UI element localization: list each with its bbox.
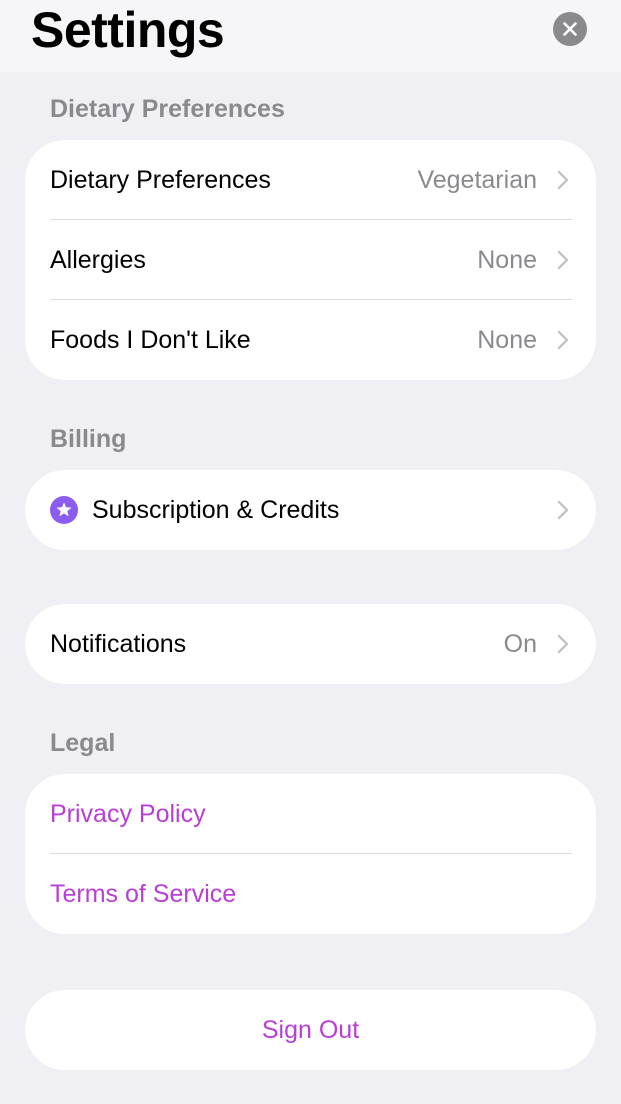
terms-of-service-link[interactable]: Terms of Service — [25, 854, 596, 934]
row-label: Dietary Preferences — [50, 166, 271, 194]
star-badge-icon — [50, 496, 78, 524]
allergies-row[interactable]: Allergies None — [25, 220, 596, 300]
row-label: Subscription & Credits — [92, 496, 340, 524]
dietary-preferences-row[interactable]: Dietary Preferences Vegetarian — [25, 140, 596, 220]
link-label: Privacy Policy — [50, 800, 206, 828]
link-label: Terms of Service — [50, 880, 237, 908]
chevron-right-icon — [557, 170, 569, 190]
foods-dislike-row[interactable]: Foods I Don't Like None — [25, 300, 596, 380]
chevron-right-icon — [557, 634, 569, 654]
row-value: None — [477, 326, 537, 354]
row-value: None — [477, 246, 537, 274]
legal-card: Privacy Policy Terms of Service — [25, 774, 596, 934]
dietary-card: Dietary Preferences Vegetarian Allergies… — [25, 140, 596, 380]
header-bar: Settings — [0, 0, 621, 72]
billing-card: Subscription & Credits — [25, 470, 596, 550]
notifications-row[interactable]: Notifications On — [25, 604, 596, 684]
sign-out-button[interactable]: Sign Out — [25, 990, 596, 1070]
section-header-dietary: Dietary Preferences — [50, 95, 285, 123]
chevron-right-icon — [557, 330, 569, 350]
privacy-policy-link[interactable]: Privacy Policy — [25, 774, 596, 854]
row-label: Foods I Don't Like — [50, 326, 251, 354]
row-label: Allergies — [50, 246, 146, 274]
row-value: Vegetarian — [417, 166, 537, 194]
section-header-billing: Billing — [50, 425, 127, 453]
section-header-legal: Legal — [50, 729, 116, 757]
row-label: Notifications — [50, 630, 187, 658]
sign-out-label: Sign Out — [261, 1015, 360, 1044]
close-icon — [563, 22, 577, 36]
notifications-card: Notifications On — [25, 604, 596, 684]
page-title: Settings — [31, 2, 225, 58]
close-button[interactable] — [553, 12, 587, 46]
chevron-right-icon — [557, 500, 569, 520]
row-value: On — [503, 630, 537, 658]
subscription-credits-row[interactable]: Subscription & Credits — [25, 470, 596, 550]
chevron-right-icon — [557, 250, 569, 270]
